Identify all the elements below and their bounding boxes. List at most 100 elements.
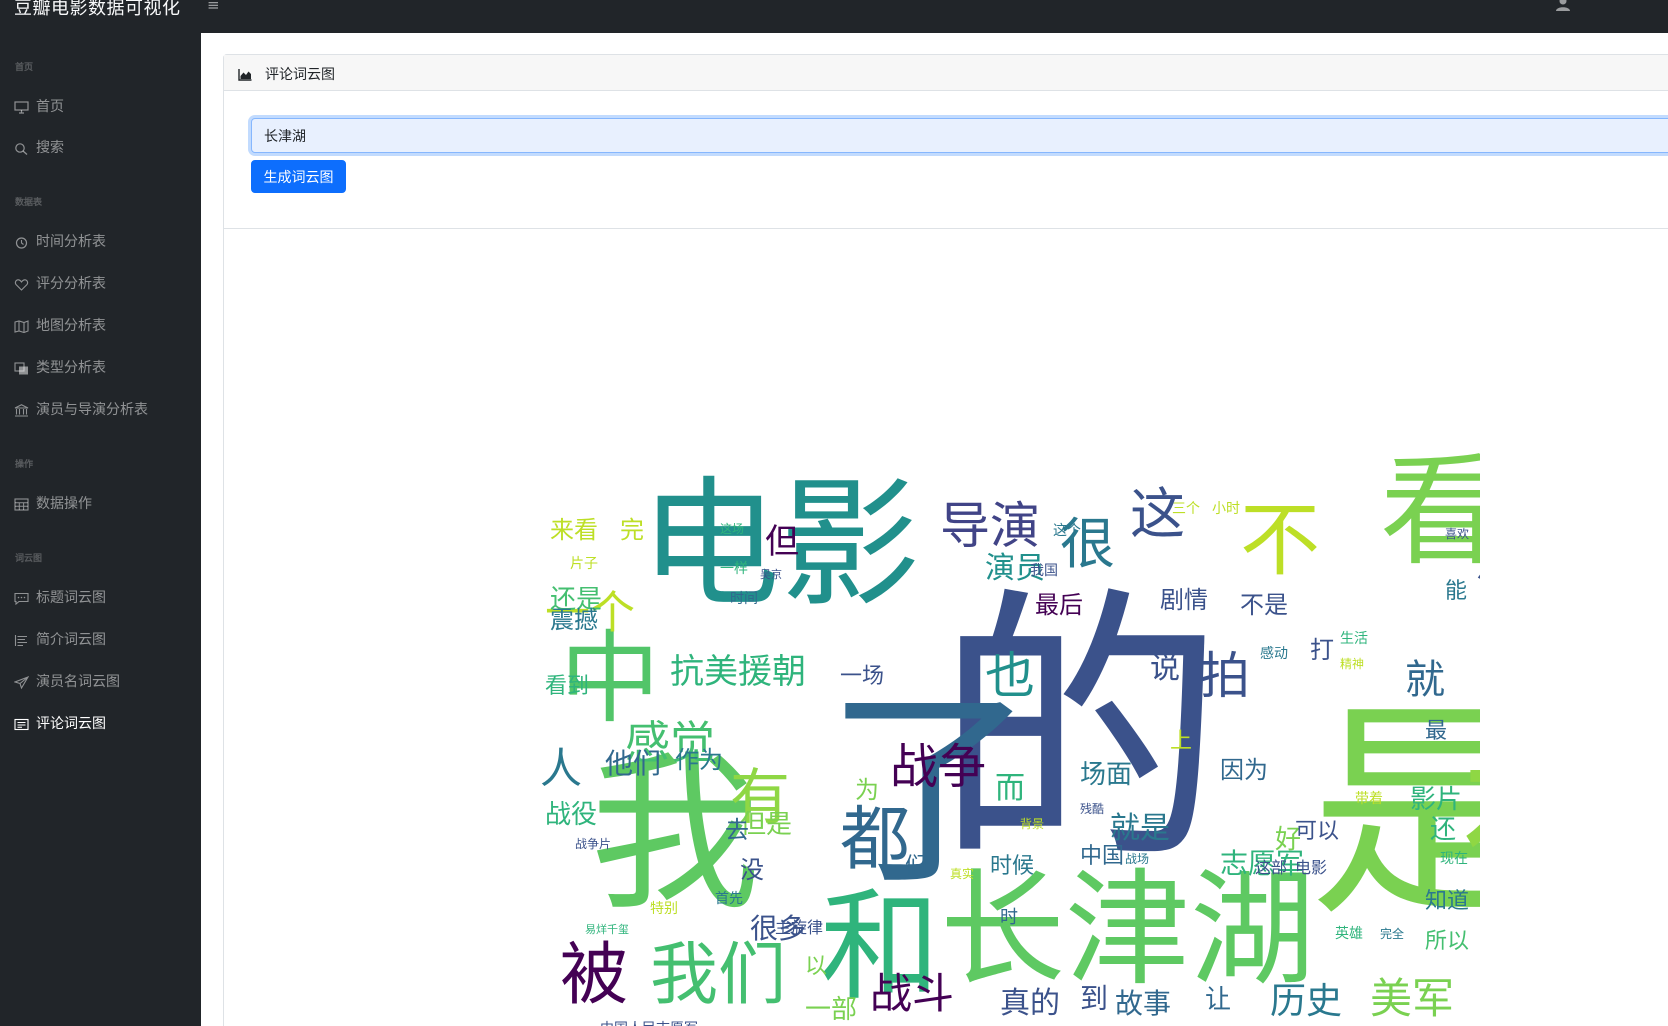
wordcloud-word: 背景	[1020, 817, 1044, 831]
generate-wordcloud-button[interactable]: 生成词云图	[251, 160, 346, 193]
wordcloud-word: 影片	[1410, 785, 1462, 815]
wordcloud-word: 精神	[1340, 657, 1364, 671]
map-icon	[14, 318, 29, 334]
wordcloud-word: 完全	[1380, 926, 1404, 941]
sidebar-item-actor-director-analysis[interactable]: 演员与导演分析表	[0, 393, 201, 423]
wordcloud-word: 说	[1150, 651, 1180, 686]
sidebar: 首页 首页 搜索 数据表 时间分析表 评分分析表 地图分析表 类型分析表 演员与…	[0, 33, 201, 1026]
wordcloud-word: 故事	[1115, 987, 1171, 1020]
wordcloud-word: 英雄	[1335, 925, 1363, 942]
send-icon	[13, 674, 30, 690]
wordcloud-word: 让	[1205, 985, 1231, 1015]
sidebar-item-map-analysis[interactable]: 地图分析表	[0, 309, 201, 339]
wordcloud-word: 我国	[1030, 563, 1058, 579]
wordcloud-word: 没	[740, 856, 764, 884]
wordcloud-word: 能	[1445, 579, 1467, 604]
wordcloud-word: 场面	[1080, 760, 1132, 790]
app-brand[interactable]: 豆瓣电影数据可视化	[14, 0, 181, 20]
user-icon[interactable]	[1555, 0, 1571, 11]
wordcloud-word: 没有	[1475, 544, 1480, 637]
wordcloud-word: 人	[540, 744, 582, 793]
sidebar-item-time-analysis[interactable]: 时间分析表	[0, 225, 201, 255]
wordcloud-word: 完	[620, 516, 644, 544]
wordcloud-word: 但	[765, 522, 799, 562]
sidebar-heading-operations: 操作	[15, 460, 34, 470]
wordcloud-word: 战斗	[870, 969, 954, 1018]
card-title: 评论词云图	[265, 67, 335, 83]
wordcloud-word: 很	[1060, 512, 1115, 576]
sidebar-item-data-operations[interactable]: 数据操作	[0, 487, 201, 517]
wordcloud-word: 小时	[1212, 501, 1240, 517]
wordcloud-word: 还	[1430, 815, 1456, 845]
wordcloud-word: 战争片	[575, 837, 611, 851]
top-navbar: 豆瓣电影数据可视化 ≡	[0, 0, 1668, 33]
wordcloud-word: 剧情	[1160, 586, 1208, 614]
wordcloud-word: 们	[905, 854, 927, 879]
wordcloud-svg: 的是了我在电影看长津湖和中没有不都我们被这很导演拍有也战争一个感觉就人战斗美军历…	[540, 453, 1480, 1026]
table-icon	[14, 496, 29, 511]
main-content: 评论词云图 生成词云图 的是了我在电影看长津湖和中没有不都我们被这很导演拍有也战…	[201, 33, 1668, 1026]
movie-name-input[interactable]	[251, 118, 1668, 153]
wordcloud-word: 因为	[1220, 756, 1268, 784]
search-icon	[14, 140, 29, 155]
hamburger-icon[interactable]: ≡	[207, 0, 220, 14]
wordcloud-word: 真实	[950, 866, 974, 881]
sidebar-item-type-analysis[interactable]: 类型分析表	[0, 351, 201, 381]
wordcloud-word: 美军	[1370, 974, 1454, 1023]
wordcloud-word: 他们	[605, 747, 661, 780]
wordcloud-word: 喜欢	[1445, 526, 1469, 541]
sidebar-item-comment-wordcloud[interactable]: 评论词云图	[0, 707, 201, 737]
wordcloud-word: 特别	[650, 901, 678, 917]
bank-icon	[14, 402, 29, 417]
wordcloud-word: 一样	[720, 561, 748, 577]
sidebar-item-rating-analysis[interactable]: 评分分析表	[0, 267, 201, 297]
wordcloud-word: 震撼	[550, 606, 598, 634]
wordcloud-word: 也	[985, 647, 1035, 705]
sidebar-item-title-wordcloud[interactable]: 标题词云图	[0, 581, 201, 611]
desktop-icon	[14, 99, 29, 114]
wordcloud-word: 带着	[1355, 791, 1383, 807]
wordcloud-word: 去	[725, 816, 749, 844]
sidebar-item-label: 地图分析表	[36, 318, 106, 334]
wordcloud-word: 来看	[550, 516, 598, 544]
wordcloud-word: 被	[560, 936, 628, 1015]
sidebar-item-home[interactable]: 首页	[0, 90, 201, 120]
wordcloud-word: 都	[840, 798, 910, 880]
sidebar-heading-home: 首页	[15, 63, 34, 73]
sidebar-item-label: 评分分析表	[36, 276, 106, 292]
wordcloud-image: 的是了我在电影看长津湖和中没有不都我们被这很导演拍有也战争一个感觉就人战斗美军历…	[540, 453, 1480, 1026]
wordcloud-word: 可以	[1295, 819, 1339, 844]
sidebar-heading-tables: 数据表	[15, 198, 43, 208]
wordcloud-word: 抗美援朝	[670, 652, 806, 692]
wordcloud-word: 我们	[650, 936, 786, 1015]
wordcloud-word: 这部	[1255, 858, 1287, 877]
heart-icon	[14, 276, 29, 291]
sidebar-heading-wordcloud: 词云图	[15, 554, 43, 564]
wordcloud-word: 拍	[1200, 647, 1250, 705]
wordcloud-word: 电影	[1295, 858, 1327, 877]
card-header: 评论词云图	[224, 55, 1668, 91]
sidebar-item-label: 首页	[36, 99, 64, 115]
newspaper-icon	[14, 716, 29, 731]
copy-icon	[14, 360, 29, 375]
wordcloud-word: 现在	[1440, 851, 1468, 867]
wordcloud-form: 生成词云图	[224, 91, 1668, 229]
wordcloud-word: 历史	[1270, 981, 1342, 1022]
sidebar-item-intro-wordcloud[interactable]: 简介词云图	[0, 623, 201, 653]
wordcloud-word: 看到	[545, 674, 589, 699]
sidebar-item-actor-wordcloud[interactable]: 演员名词云图	[0, 665, 201, 695]
sidebar-item-label: 搜索	[36, 140, 64, 156]
wordcloud-word: 易烊千玺	[585, 922, 629, 936]
wordcloud-word: 以	[805, 954, 827, 979]
wordcloud-word: 时	[1000, 907, 1018, 928]
wordcloud-word: 这场	[720, 521, 744, 536]
sidebar-item-search[interactable]: 搜索	[0, 131, 201, 161]
wordcloud-word: 作为	[675, 746, 723, 774]
wordcloud-word: 导演	[940, 497, 1040, 555]
sidebar-item-label: 数据操作	[36, 496, 92, 512]
wordcloud-word: 战争	[890, 739, 986, 795]
wordcloud-word: 所以	[1425, 929, 1469, 954]
wordcloud-word: 真的	[1000, 986, 1060, 1021]
wordcloud-word: 到	[1080, 982, 1108, 1015]
clock-icon	[14, 234, 29, 249]
